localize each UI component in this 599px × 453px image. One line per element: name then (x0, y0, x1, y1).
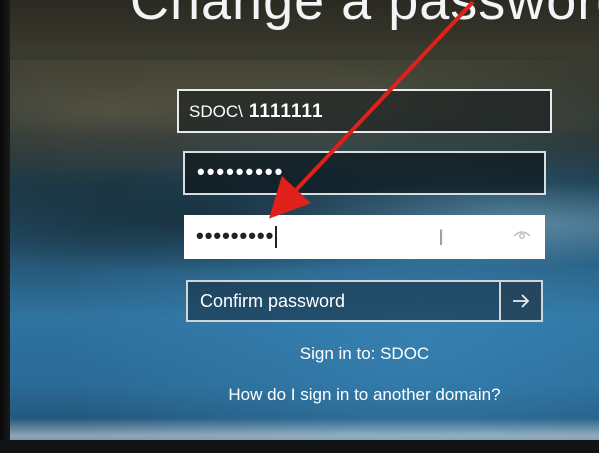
monitor-bezel-left (0, 0, 10, 453)
username-field[interactable]: SDOC\ 1111111 (177, 89, 552, 133)
text-caret (275, 226, 278, 249)
other-domain-link[interactable]: How do I sign in to another domain? (0, 385, 599, 405)
sign-in-to-text: Sign in to: SDOC (299, 344, 430, 363)
monitor-bezel-bottom (0, 440, 599, 453)
confirm-password-field[interactable]: Confirm password (186, 280, 543, 322)
username-value: 1111111 (248, 101, 324, 122)
username-domain: SDOC\ (189, 102, 243, 121)
new-password-field[interactable]: ••••••••• (184, 215, 545, 259)
ibeam-cursor-icon: I (438, 225, 445, 250)
reveal-password-icon[interactable] (512, 228, 532, 242)
old-password-field[interactable]: ••••••••• (183, 151, 546, 195)
lock-screen-background: Change a password SDOC\ 1111111 •••••••••… (0, 0, 599, 453)
old-password-value: ••••••••• (197, 159, 285, 184)
arrow-right-icon (513, 294, 530, 308)
submit-button[interactable] (499, 282, 541, 320)
page-title: Change a password (130, 0, 599, 31)
new-password-value: ••••••••• (196, 223, 275, 248)
confirm-password-label: Confirm password (200, 290, 346, 311)
